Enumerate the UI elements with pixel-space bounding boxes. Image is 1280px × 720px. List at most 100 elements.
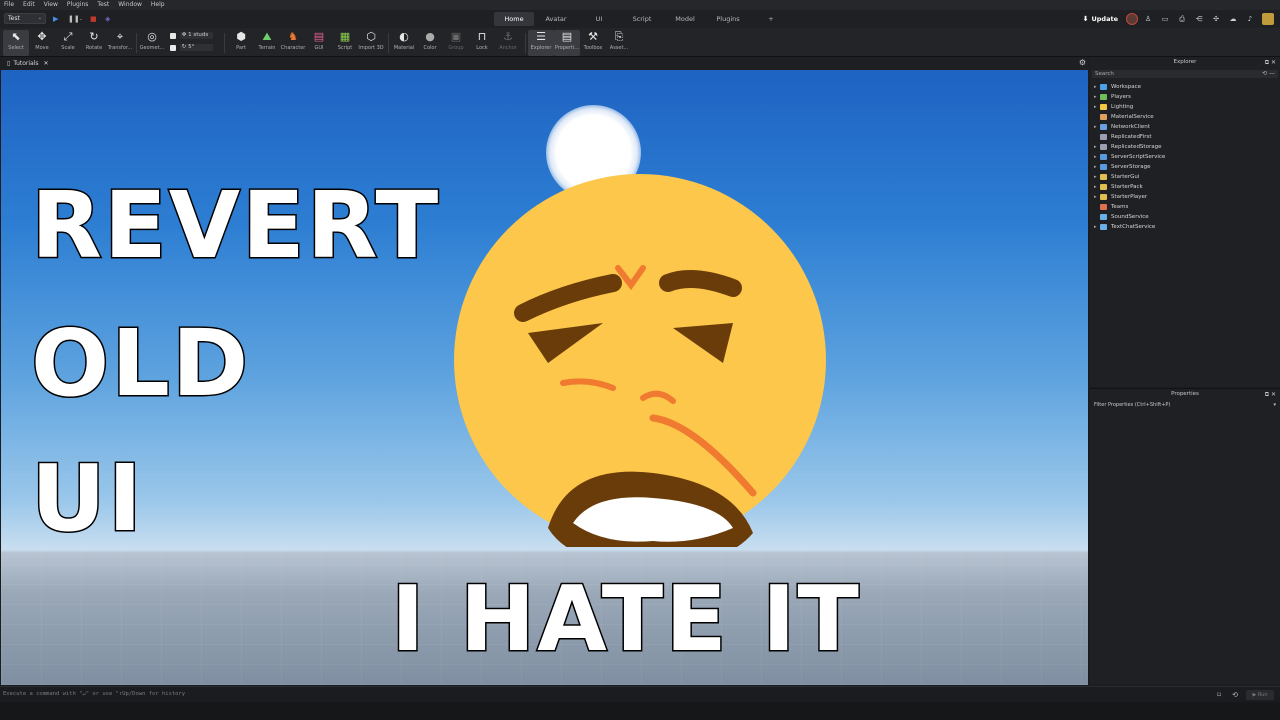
asset-manager-button[interactable]: ⎘ Asset... <box>606 30 632 56</box>
tab-ui[interactable]: UI <box>578 12 620 26</box>
cloud-icon[interactable]: ☁ <box>1226 12 1240 26</box>
rotate-snap-field[interactable]: ↻ 5° <box>179 44 213 51</box>
move-tool-button[interactable]: ✥ Move <box>29 30 55 56</box>
bookmark-icon[interactable]: ⌑ <box>1214 690 1224 700</box>
command-input[interactable]: Execute a command with "↵" or use "↑Up/D… <box>3 691 185 697</box>
rotate-snap-checkbox[interactable] <box>170 44 176 51</box>
share-icon[interactable]: ⋲ <box>1192 12 1206 26</box>
collaborator-icon[interactable]: ♙ <box>1141 12 1155 26</box>
menu-help[interactable]: Help <box>151 0 165 10</box>
gear-icon[interactable]: ⚙ <box>1079 58 1086 67</box>
lock-button[interactable]: ⊓ Lock <box>469 30 495 56</box>
explorer-item-materialservice[interactable]: MaterialService <box>1090 112 1280 122</box>
filter-history-icon[interactable]: ⟲ — <box>1262 70 1275 78</box>
close-icon[interactable]: ✕ <box>1271 59 1276 66</box>
scale-tool-button[interactable]: ⤢ Scale <box>55 30 81 56</box>
team-create-icon[interactable]: ✣ <box>1209 12 1223 26</box>
part-button[interactable]: ⬢ Part <box>228 30 254 56</box>
expand-arrow-icon[interactable]: ▸ <box>1094 182 1097 192</box>
mode-dropdown[interactable]: Test ⌄ <box>4 13 46 24</box>
menu-plugins[interactable]: Plugins <box>67 0 89 10</box>
expand-arrow-icon[interactable]: ▸ <box>1094 172 1097 182</box>
tab-home[interactable]: Home <box>494 12 534 26</box>
play-icon[interactable]: ▶ <box>53 15 58 23</box>
tab-avatar[interactable]: Avatar <box>535 12 577 26</box>
tab-plugins[interactable]: Plugins <box>707 12 749 26</box>
anchor-button[interactable]: ⚓ Anchor <box>495 30 521 56</box>
color-button[interactable]: ● Color <box>417 30 443 56</box>
user-avatar[interactable] <box>1126 13 1138 25</box>
expand-arrow-icon[interactable]: ▸ <box>1094 122 1097 132</box>
explorer-item-players[interactable]: ▸ Players <box>1090 92 1280 102</box>
expand-arrow-icon[interactable]: ▸ <box>1094 92 1097 102</box>
explorer-item-lighting[interactable]: ▸ Lighting <box>1090 102 1280 112</box>
explorer-item-networkclient[interactable]: ▸ NetworkClient <box>1090 122 1280 132</box>
expand-arrow-icon[interactable]: ▸ <box>1094 222 1097 232</box>
properties-filter-input[interactable]: Filter Properties (Ctrl+Shift+P) ▾ <box>1092 401 1278 409</box>
explorer-item-replicatedstorage[interactable]: ▸ ReplicatedStorage <box>1090 142 1280 152</box>
tab-model[interactable]: Model <box>664 12 706 26</box>
script-button[interactable]: ▦ Script <box>332 30 358 56</box>
terrain-button[interactable]: ⛰ Terrain <box>254 30 280 56</box>
explorer-item-starterpack[interactable]: ▸ StarterPack <box>1090 182 1280 192</box>
run-button[interactable]: ▶ Run <box>1246 690 1274 700</box>
close-icon[interactable]: ✕ <box>1271 391 1276 398</box>
explorer-item-starterplayer[interactable]: ▸ StarterPlayer <box>1090 192 1280 202</box>
popout-icon[interactable]: ⧉ <box>1265 391 1269 398</box>
explorer-item-soundservice[interactable]: SoundService <box>1090 212 1280 222</box>
history-icon[interactable]: ⟲ <box>1230 690 1240 700</box>
update-button[interactable]: ⬇ Update <box>1083 15 1118 23</box>
explorer-toggle-button[interactable]: ☰ Explorer <box>528 30 554 56</box>
character-button[interactable]: ♞ Character <box>280 30 306 56</box>
explorer-search-input[interactable]: Search ⟲ — <box>1092 70 1278 78</box>
expand-arrow-icon[interactable]: ▸ <box>1094 82 1097 92</box>
notification-bell-icon[interactable]: ♪ <box>1243 12 1257 26</box>
profile-avatar[interactable] <box>1262 13 1274 25</box>
client-server-icon[interactable]: ◈ <box>105 15 110 23</box>
rotate-snap-setting[interactable]: ↻ 5° <box>170 44 213 51</box>
geometry-tool-button[interactable]: ◎ Geomet... <box>139 30 165 56</box>
material-button[interactable]: ◐ Material <box>391 30 417 56</box>
rotate-tool-button[interactable]: ↻ Rotate <box>81 30 107 56</box>
stop-icon[interactable]: ■ <box>90 15 97 23</box>
expand-arrow-icon[interactable]: ▸ <box>1094 192 1097 202</box>
chat-icon[interactable]: ▭ <box>1158 12 1172 26</box>
explorer-item-serverscriptservice[interactable]: ▸ ServerScriptService <box>1090 152 1280 162</box>
pause-icon[interactable]: ❚❚ <box>68 15 80 23</box>
expand-arrow-icon[interactable]: ▸ <box>1094 142 1097 152</box>
tab-add[interactable]: + <box>750 12 792 26</box>
menu-test[interactable]: Test <box>97 0 109 10</box>
menu-view[interactable]: View <box>44 0 58 10</box>
chevron-down-icon[interactable]: ▾ <box>1273 401 1276 409</box>
gui-button[interactable]: ▤ GUI <box>306 30 332 56</box>
explorer-item-replicatedfirst[interactable]: ReplicatedFirst <box>1090 132 1280 142</box>
expand-arrow-icon[interactable]: ▸ <box>1094 152 1097 162</box>
menu-file[interactable]: File <box>4 0 14 10</box>
tab-tutorials[interactable]: ▯ Tutorials ✕ <box>3 58 53 69</box>
chevron-down-icon[interactable]: ⌄ <box>79 15 83 23</box>
popout-icon[interactable]: ⧉ <box>1265 59 1269 66</box>
tab-script[interactable]: Script <box>621 12 663 26</box>
explorer-item-textchatservice[interactable]: ▸ TextChatService <box>1090 222 1280 232</box>
explorer-item-workspace[interactable]: ▸ Workspace <box>1090 82 1280 92</box>
present-icon[interactable]: ⎙ <box>1175 12 1189 26</box>
transform-tool-button[interactable]: ⌖ Transfor... <box>107 30 133 56</box>
group-button[interactable]: ▣ Group <box>443 30 469 56</box>
explorer-item-startergui[interactable]: ▸ StarterGui <box>1090 172 1280 182</box>
move-snap-setting[interactable]: ✥ 1 studs <box>170 32 213 39</box>
expand-arrow-icon[interactable]: ▸ <box>1094 162 1097 172</box>
import-3d-button[interactable]: ⬡ Import 3D <box>358 30 384 56</box>
toolbox-button[interactable]: ⚒ Toolbox <box>580 30 606 56</box>
3d-viewport[interactable]: REVERT OLD UI I HATE IT <box>1 70 1088 685</box>
explorer-item-teams[interactable]: Teams <box>1090 202 1280 212</box>
menu-window[interactable]: Window <box>118 0 142 10</box>
explorer-item-serverstorage[interactable]: ▸ ServerStorage <box>1090 162 1280 172</box>
expand-arrow-icon[interactable]: ▸ <box>1094 102 1097 112</box>
select-tool-button[interactable]: ⬉ Select <box>3 30 29 56</box>
close-icon[interactable]: ✕ <box>44 58 49 69</box>
menu-edit[interactable]: Edit <box>23 0 35 10</box>
move-snap-field[interactable]: ✥ 1 studs <box>179 32 213 39</box>
service-icon <box>1100 84 1107 90</box>
properties-toggle-button[interactable]: ▤ Properti... <box>554 30 580 56</box>
move-snap-checkbox[interactable] <box>170 32 176 39</box>
